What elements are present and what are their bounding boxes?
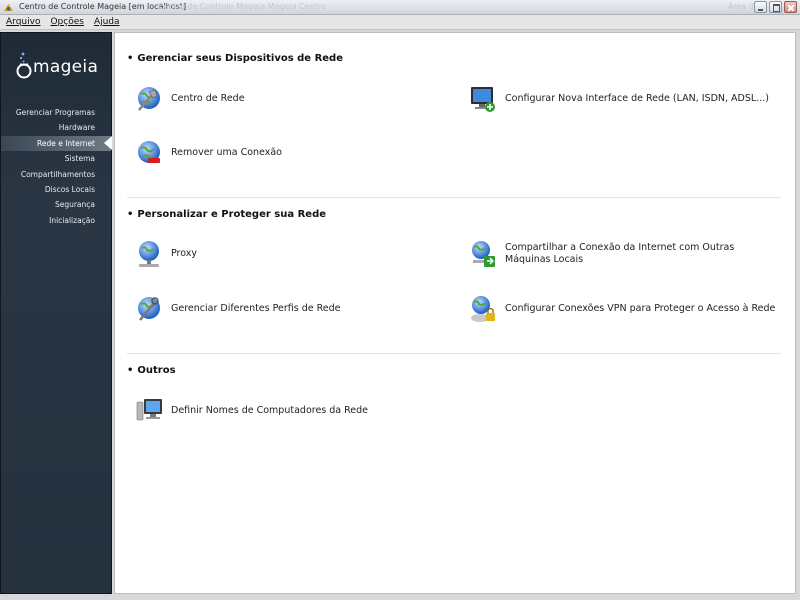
item-centro-de-rede[interactable]: Centro de Rede	[135, 84, 245, 114]
item-label: Proxy	[171, 248, 198, 259]
sidebar-item-seguranca[interactable]: Segurança	[1, 197, 111, 212]
section-title-personalizar: Personalizar e Proteger sua Rede	[127, 209, 326, 220]
item-remover-conexao[interactable]: Remover uma Conexão	[135, 138, 282, 168]
item-compartilhar-conexao[interactable]: Compartilhar a Conexão da Internet com O…	[469, 239, 775, 269]
mageia-logo: mageia	[15, 49, 105, 83]
menu-arquivo[interactable]: Arquivo	[6, 17, 40, 27]
menu-ajuda[interactable]: Ajuda	[94, 17, 120, 27]
item-configurar-nova-interface[interactable]: Configurar Nova Interface de Rede (LAN, …	[469, 84, 769, 114]
section-divider	[127, 197, 781, 198]
section-divider	[127, 353, 781, 354]
monitor-add-icon	[471, 87, 495, 112]
main-panel: Gerenciar seus Dispositivos de Rede Cent…	[114, 32, 796, 594]
menubar: Arquivo Opções Ajuda	[0, 15, 800, 30]
item-conexoes-vpn[interactable]: Configurar Conexões VPN para Proteger o …	[469, 294, 775, 324]
mageia-app-icon	[3, 3, 14, 12]
sidebar-item-sistema[interactable]: Sistema	[1, 151, 111, 166]
item-perfis-de-rede[interactable]: Gerenciar Diferentes Perfis de Rede	[135, 294, 341, 324]
globe-share-icon	[472, 241, 495, 267]
mageia-logo-text: mageia	[33, 57, 99, 77]
item-definir-nomes-computadores[interactable]: Definir Nomes de Computadores da Rede	[135, 396, 368, 426]
section-title-outros: Outros	[127, 365, 175, 376]
globe-profiles-icon	[138, 297, 160, 321]
item-label: Configurar Nova Interface de Rede (LAN, …	[505, 93, 769, 104]
minimize-button[interactable]	[754, 1, 767, 13]
sidebar-item-rede-e-internet[interactable]: Rede e Internet	[1, 135, 112, 152]
globe-proxy-icon	[139, 241, 159, 267]
item-label: Configurar Conexões VPN para Proteger o …	[505, 303, 776, 314]
globe-vpn-icon	[471, 296, 495, 322]
window-controls	[754, 1, 797, 13]
sidebar-item-compartilhamentos[interactable]: Compartilhamentos	[1, 167, 111, 182]
sidebar-item-hardware[interactable]: Hardware	[1, 120, 111, 135]
window-titlebar: Centro de Controle Mageia [em localhost]…	[0, 0, 800, 15]
sidebar-item-gerenciar-programas[interactable]: Gerenciar Programas	[1, 105, 111, 120]
window-title-ghost: Centro de Controle Mageia Mageia Centro	[158, 2, 326, 11]
close-button[interactable]	[784, 1, 797, 13]
sidebar-nav: Gerenciar Programas Hardware Rede e Inte…	[1, 105, 112, 228]
globe-remove-icon	[138, 141, 160, 163]
network-center-icon	[138, 87, 160, 111]
item-label: Centro de Rede	[171, 93, 245, 104]
item-label: Definir Nomes de Computadores da Rede	[171, 405, 369, 416]
sidebar: mageia Gerenciar Programas Hardware Rede…	[0, 32, 112, 594]
sidebar-item-discos-locais[interactable]: Discos Locais	[1, 182, 111, 197]
menu-opcoes[interactable]: Opções	[50, 17, 83, 27]
item-label: Gerenciar Diferentes Perfis de Rede	[171, 303, 341, 314]
mageia-logo-icon	[16, 52, 32, 79]
section-title-dispositivos: Gerenciar seus Dispositivos de Rede	[127, 53, 343, 64]
maximize-button[interactable]	[769, 1, 782, 13]
item-label: Compartilhar a Conexão da Internet com O…	[505, 242, 735, 265]
item-proxy[interactable]: Proxy	[135, 239, 197, 269]
computer-icon	[136, 399, 162, 421]
sidebar-item-inicializacao[interactable]: Inicialização	[1, 213, 111, 228]
item-label: Remover uma Conexão	[171, 147, 282, 158]
